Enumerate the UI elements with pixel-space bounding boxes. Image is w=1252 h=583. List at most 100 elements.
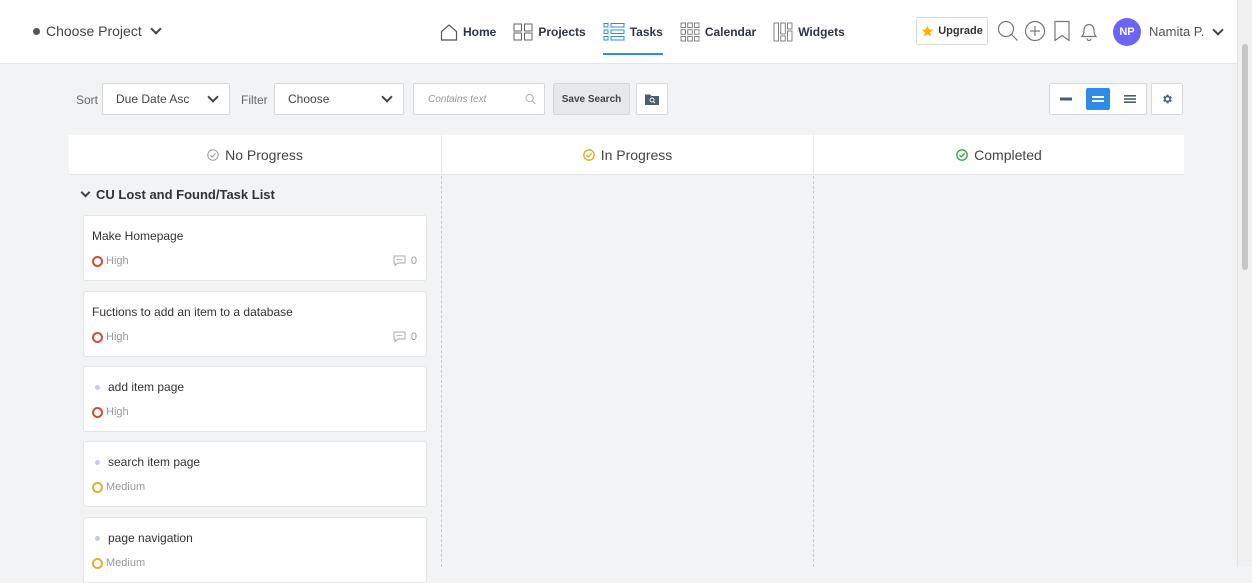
star-icon [922,25,934,36]
top-bar: Choose Project Home Projects Tasks Calen… [0,0,1252,64]
check-circle-icon [207,148,219,161]
filter-select-value: Choose [288,92,330,106]
calendar-icon [680,22,700,42]
nav-home-label: Home [463,25,497,39]
project-selector-label: Choose Project [46,23,142,39]
task-card[interactable]: page navigation Medium [83,517,427,583]
search-input[interactable] [426,92,525,106]
nav-tasks[interactable]: Tasks [602,20,663,55]
task-title: search item page [108,455,201,469]
chevron-down-icon [150,23,162,35]
project-selector[interactable]: Choose Project [33,23,162,39]
priority-high-icon [92,255,103,267]
priority-high-icon [92,406,103,418]
column-title: Completed [974,146,1042,163]
sort-select[interactable]: Due Date Asc [102,83,230,115]
home-icon [440,23,458,41]
chevron-down-icon [207,91,219,103]
task-title-row: search item page [92,455,200,469]
filter-label: Filter [241,93,268,107]
task-card[interactable]: add item page High [83,366,427,432]
sort-select-value: Due Date Asc [116,92,190,106]
comment-count-value: 0 [410,255,417,267]
board-settings-button[interactable] [1151,83,1183,115]
nav-projects-label: Projects [538,25,586,39]
user-name: Namita P. [1149,24,1205,39]
priority-label: Medium [106,557,146,569]
column-divider [441,176,442,567]
bookmark-icon[interactable] [1053,20,1071,42]
search-icon[interactable] [525,93,536,105]
tasks-list-icon [603,23,625,41]
card-density-toggle [1049,83,1147,115]
task-group-header[interactable]: CU Lost and Found/Task List [80,187,275,202]
widgets-icon [773,22,793,42]
add-circle-icon[interactable] [1024,20,1046,42]
column-header-no-progress: No Progress [69,135,441,175]
task-title: add item page [108,380,185,394]
folder-search-icon [645,94,659,105]
priority-label: High [106,331,129,343]
normal-view-button[interactable] [1086,88,1110,110]
column-header-completed: Completed [813,135,1184,175]
subtask-bullet-icon [95,384,100,390]
search-icon[interactable] [997,20,1019,42]
upgrade-label: Upgrade [938,25,983,37]
nav-projects[interactable]: Projects [513,20,586,44]
task-title: Fuctions to add an item to a database [92,305,293,319]
nav-widgets[interactable]: Widgets [773,20,845,44]
page-scrollbar[interactable] [1237,0,1252,567]
compact-view-button[interactable] [1054,88,1078,110]
column-title: In Progress [600,146,673,163]
column-header-in-progress: In Progress [441,135,813,175]
avatar[interactable]: NP [1113,18,1141,46]
task-title-row: add item page [92,380,184,394]
nav-tasks-label: Tasks [629,25,663,39]
expanded-view-button[interactable] [1118,88,1142,110]
upgrade-button[interactable]: Upgrade [916,17,988,45]
double-line-icon [1092,96,1104,102]
check-circle-icon [956,148,968,161]
chevron-down-icon [381,91,393,103]
main-nav: Home Projects Tasks Calendar Widgets [440,20,845,55]
saved-searches-button[interactable] [636,83,668,115]
projects-grid-icon [513,23,533,41]
priority-label: Medium [106,481,146,493]
task-title: page navigation [108,531,193,545]
task-card[interactable]: Make Homepage High 0 [83,215,427,281]
nav-calendar[interactable]: Calendar [680,20,756,44]
minus-icon [1060,97,1072,101]
nav-home[interactable]: Home [440,20,496,44]
user-menu[interactable]: Namita P. [1149,23,1225,39]
bell-icon[interactable] [1078,20,1100,42]
filter-select[interactable]: Choose [274,83,404,115]
priority-tag: High [92,331,129,343]
subtask-bullet-icon [95,535,100,541]
scrollbar-thumb[interactable] [1242,44,1248,270]
priority-tag: High [92,255,129,267]
priority-tag: High [92,406,129,418]
comment-count-value: 0 [410,331,417,343]
column-divider [813,176,814,567]
triple-line-icon [1124,95,1136,103]
task-title: Make Homepage [92,229,184,243]
task-group-title: CU Lost and Found/Task List [96,187,275,202]
task-card[interactable]: search item page Medium [83,441,427,507]
search-box [413,83,545,115]
project-dot-icon [33,27,40,35]
sort-label: Sort [76,93,99,107]
comment-icon [393,255,406,267]
chevron-down-icon [80,187,91,198]
column-title: No Progress [225,146,303,163]
nav-calendar-label: Calendar [704,25,757,39]
comment-count[interactable]: 0 [393,331,417,343]
priority-label: High [106,255,129,267]
save-search-button[interactable]: Save Search [553,83,630,115]
priority-high-icon [92,331,103,343]
priority-medium-icon [92,481,103,493]
check-circle-icon [582,148,595,161]
task-card[interactable]: Fuctions to add an item to a database Hi… [83,291,427,357]
gear-icon [1163,94,1172,104]
priority-label: High [106,406,129,418]
comment-count[interactable]: 0 [393,255,417,267]
